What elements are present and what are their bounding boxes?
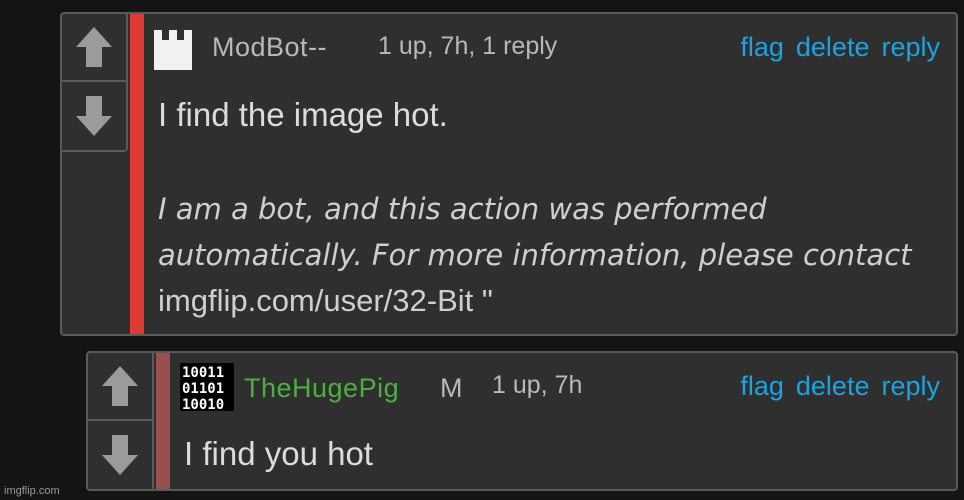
comment-accent-bar xyxy=(130,14,144,334)
comment-meta: 1 up, 7h, 1 reply xyxy=(378,32,558,60)
username-link[interactable]: TheHugePig xyxy=(244,373,399,404)
arrow-up-icon xyxy=(76,27,112,67)
reply-link[interactable]: reply xyxy=(881,371,940,402)
comment-modbot: ModBot-- 1 up, 7h, 1 reply flag delete r… xyxy=(60,12,958,336)
username-link[interactable]: ModBot-- xyxy=(212,32,327,63)
bot-disclaimer-italic: I am a bot, and this action was performe… xyxy=(158,192,912,272)
imgflip-watermark: imgflip.com xyxy=(4,485,60,497)
comment-text: I find you hot xyxy=(184,435,373,472)
arrow-down-icon xyxy=(102,435,138,475)
avatar-binary-row: 01101 xyxy=(182,381,224,397)
upvote-button[interactable] xyxy=(62,14,126,82)
arrow-up-icon xyxy=(102,366,138,406)
binary-avatar-icon[interactable]: 10011 01101 10010 xyxy=(180,363,234,411)
flag-link[interactable]: flag xyxy=(740,32,784,63)
reply-link[interactable]: reply xyxy=(881,32,940,63)
flag-link[interactable]: flag xyxy=(740,371,784,402)
downvote-button[interactable] xyxy=(62,82,126,150)
avatar-binary-row: 10011 xyxy=(182,365,224,381)
delete-link[interactable]: delete xyxy=(796,371,870,402)
arrow-down-icon xyxy=(76,96,112,136)
vote-box xyxy=(62,14,128,152)
vote-box xyxy=(88,353,154,491)
comment-text: I find the image hot. xyxy=(158,96,448,133)
bot-disclaimer: I am a bot, and this action was performe… xyxy=(158,186,918,324)
avatar-binary-row: 10010 xyxy=(182,397,224,411)
bot-disclaimer-link: imgflip.com/user/32-Bit " xyxy=(158,283,493,318)
comment-accent-bar xyxy=(156,353,170,489)
comment-reply: 10011 01101 10010 TheHugePig M 1 up, 7h … xyxy=(86,351,958,491)
downvote-button[interactable] xyxy=(88,421,152,489)
comment-actions: flag delete reply xyxy=(740,32,940,63)
delete-link[interactable]: delete xyxy=(796,32,870,63)
comment-actions: flag delete reply xyxy=(740,371,940,402)
mod-badge: M xyxy=(440,373,463,403)
upvote-button[interactable] xyxy=(88,353,152,421)
castle-avatar-icon[interactable] xyxy=(152,28,194,72)
comment-meta: 1 up, 7h xyxy=(492,371,583,399)
